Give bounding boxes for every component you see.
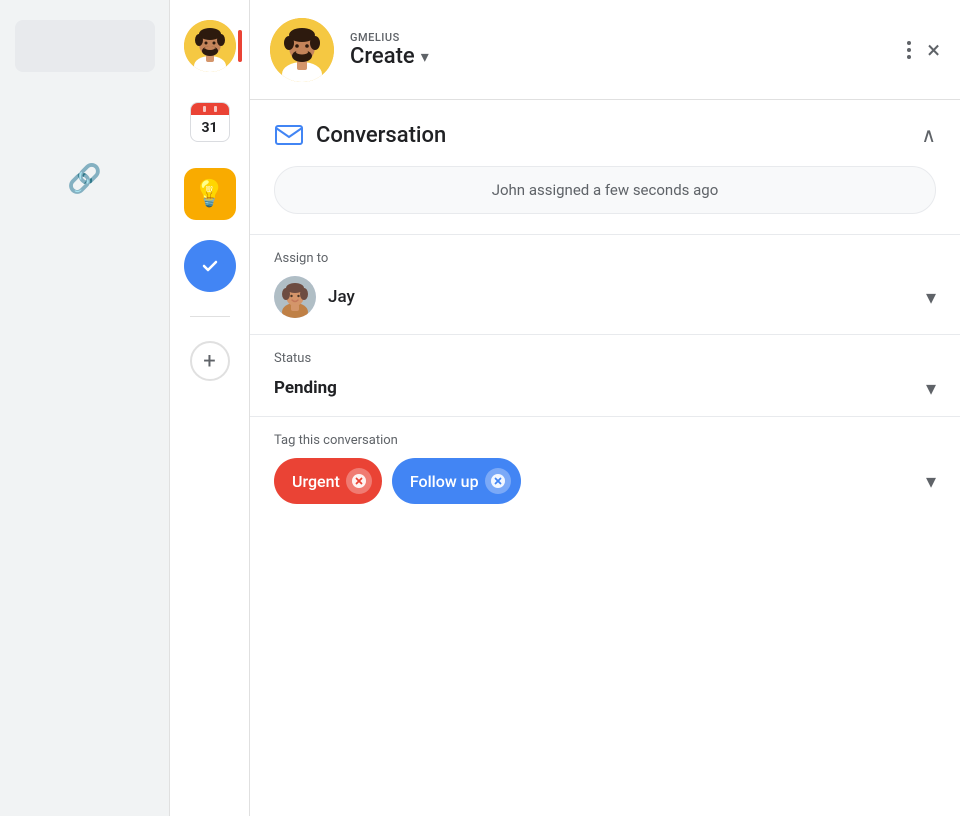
header-create-row: Create ▾: [350, 44, 887, 69]
more-options-button[interactable]: [903, 37, 915, 63]
close-button[interactable]: ×: [927, 36, 940, 64]
user-avatar-image: [184, 20, 236, 72]
sidebar-item-calendar[interactable]: 31: [184, 96, 236, 148]
remove-followup-icon: [491, 474, 505, 488]
status-value-row: Pending ▾: [274, 376, 936, 400]
sidebar-icons: 31 💡 +: [170, 0, 250, 816]
assign-to-value-row: Jay ▾: [274, 276, 936, 318]
assignee-avatar-image: [274, 276, 316, 318]
remove-urgent-tag-button[interactable]: [346, 468, 372, 494]
tag-followup[interactable]: Follow up: [392, 458, 521, 504]
add-icon-button[interactable]: +: [190, 341, 230, 381]
calendar-icon: 31: [190, 102, 230, 142]
sidebar-left: 🔗: [0, 0, 170, 816]
panel-content: Conversation ∧ John assigned a few secon…: [250, 100, 960, 816]
active-indicator: [238, 30, 242, 62]
remove-followup-tag-button[interactable]: [485, 468, 511, 494]
main-panel: GMELIUS Create ▾ ×: [250, 0, 960, 816]
conversation-section-header: Conversation ∧: [250, 100, 960, 166]
header-actions: ×: [903, 36, 940, 64]
link-icon-wrap: 🔗: [0, 162, 169, 195]
header-user-avatar: [270, 18, 334, 82]
tags-label: Tag this conversation: [274, 433, 936, 448]
create-label: Create: [350, 44, 415, 69]
assignment-pill: John assigned a few seconds ago: [274, 166, 936, 214]
calendar-date: 31: [191, 115, 229, 141]
user-avatar: [184, 20, 236, 72]
sidebar-divider: [190, 316, 230, 317]
more-dot-3: [907, 55, 911, 59]
lightbulb-icon: 💡: [193, 179, 225, 209]
mail-icon: [274, 120, 304, 150]
assignee-dropdown-icon[interactable]: ▾: [926, 285, 936, 309]
header-avatar-image: [270, 18, 334, 82]
assignee-name: Jay: [328, 287, 355, 307]
collapse-icon[interactable]: ∧: [921, 123, 936, 147]
conversation-title: Conversation: [316, 123, 446, 148]
link-icon: 🔗: [67, 162, 102, 195]
status-section: Status Pending ▾: [250, 334, 960, 416]
assign-to-label: Assign to: [274, 251, 936, 266]
status-value: Pending: [274, 378, 337, 398]
gmelius-avatar-container[interactable]: [184, 20, 236, 72]
tags-row: Urgent Follow up: [274, 458, 936, 504]
sidebar-item-tasks[interactable]: [184, 240, 236, 292]
sidebar-top-block: [15, 20, 155, 72]
mail-svg: [275, 121, 303, 149]
tag-urgent-label: Urgent: [292, 472, 340, 491]
panel-header: GMELIUS Create ▾ ×: [250, 0, 960, 100]
section-title-row: Conversation: [274, 120, 446, 150]
status-dropdown-icon[interactable]: ▾: [926, 376, 936, 400]
assignee-avatar: [274, 276, 316, 318]
calendar-header-detail: [201, 106, 219, 112]
calendar-top: [191, 103, 229, 115]
more-dot-1: [907, 41, 911, 45]
plus-icon: +: [203, 349, 215, 374]
tag-urgent[interactable]: Urgent: [274, 458, 382, 504]
header-title-area: GMELIUS Create ▾: [350, 31, 887, 69]
assign-to-section: Assign to: [250, 234, 960, 334]
tags-section: Tag this conversation Urgent Follow up: [250, 416, 960, 520]
assignee-row: Jay: [274, 276, 355, 318]
create-dropdown-icon[interactable]: ▾: [421, 47, 429, 66]
remove-urgent-icon: [352, 474, 366, 488]
status-label: Status: [274, 351, 936, 366]
sidebar-item-lightbulb[interactable]: 💡: [184, 168, 236, 220]
more-dot-2: [907, 48, 911, 52]
gmelius-label: GMELIUS: [350, 31, 887, 44]
tasks-icon: [196, 252, 224, 280]
tag-followup-label: Follow up: [410, 472, 479, 491]
tags-dropdown-icon[interactable]: ▾: [926, 469, 936, 493]
